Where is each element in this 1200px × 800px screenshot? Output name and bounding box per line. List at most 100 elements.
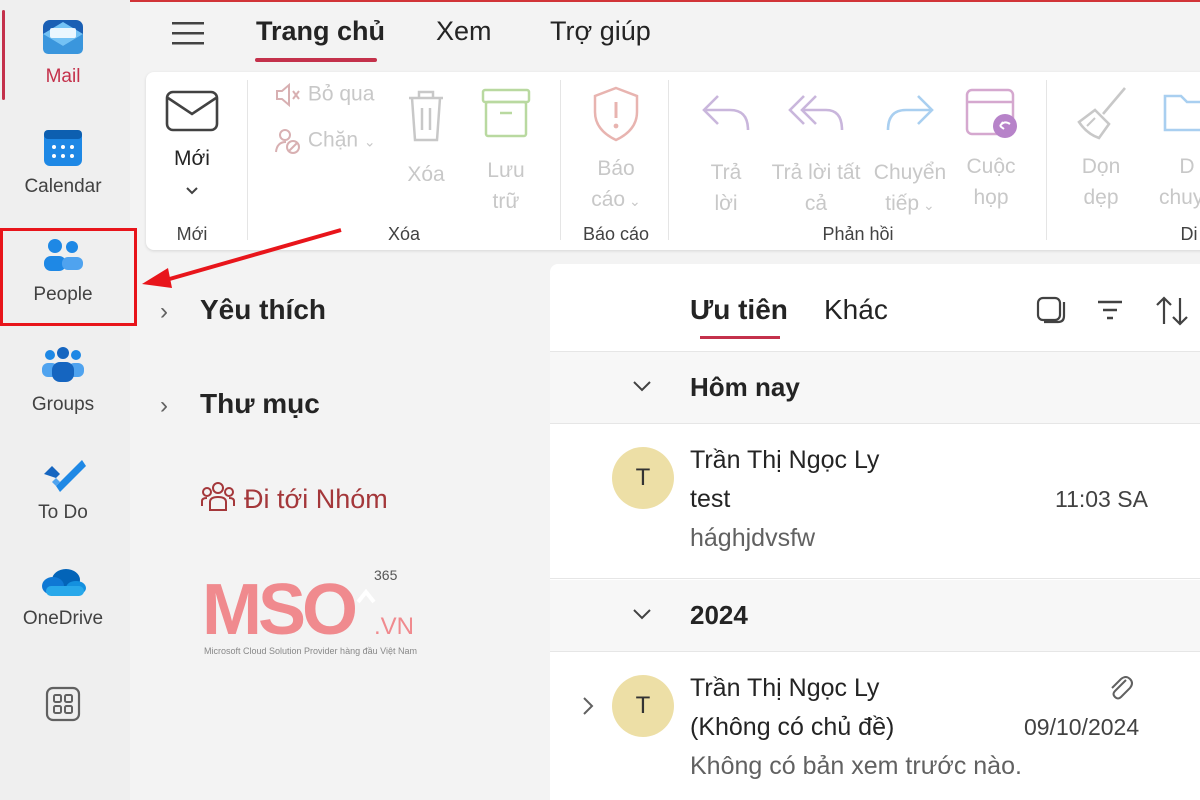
calendar-reply-icon <box>965 88 1017 138</box>
sweep-label-line1: Dọn <box>1081 155 1121 178</box>
folders-label: Thư mục <box>200 388 320 419</box>
rail-item-mail[interactable]: Mail <box>0 14 126 114</box>
chevron-down-icon <box>186 187 198 195</box>
archive-label-line1: Lưu <box>487 159 525 182</box>
section-2024-title: 2024 <box>690 600 748 630</box>
new-mail-button[interactable]: Mới <box>156 88 228 205</box>
block-user-icon <box>275 129 300 154</box>
mail-sender: Trần Thị Ngọc Ly <box>690 674 880 702</box>
meeting-label-line1: Cuộc <box>966 155 1016 178</box>
top-navigation: Trang chủ Xem Trợ giúp <box>130 0 1200 70</box>
ribbon-separator <box>668 80 669 240</box>
folders-node[interactable]: › Thư mục <box>160 388 320 420</box>
mail-preview: hághjdvsfw <box>690 524 816 552</box>
ribbon-separator <box>560 80 561 240</box>
ignore-button[interactable]: Bỏ qua <box>274 82 374 108</box>
new-mail-label: Mới <box>174 147 210 170</box>
chevron-right-icon[interactable] <box>580 694 596 718</box>
reply-all-label-line2: cả <box>804 192 828 215</box>
mail-app-icon <box>43 20 83 54</box>
svg-text:365: 365 <box>374 567 398 583</box>
report-label-line2: cáo ⌄ <box>591 188 641 211</box>
chevron-down-icon[interactable] <box>630 602 654 626</box>
section-today-header: Hôm nay <box>550 352 1200 424</box>
meeting-button[interactable]: Cuộc họp <box>958 84 1024 213</box>
tab-view[interactable]: Xem <box>436 16 492 47</box>
report-label-line1: Báo <box>597 157 635 180</box>
favorites-node[interactable]: › Yêu thích <box>160 294 326 326</box>
reply-button[interactable]: Trả lời <box>694 86 758 219</box>
rail-item-groups[interactable]: Groups <box>0 344 126 444</box>
reply-all-button[interactable]: Trả lời tất cả <box>764 86 868 219</box>
hamburger-menu-icon[interactable] <box>170 18 206 48</box>
rail-label-calendar: Calendar <box>24 176 102 197</box>
tab-home[interactable]: Trang chủ <box>256 16 385 47</box>
reply-label-line1: Trả <box>710 161 742 184</box>
reply-all-icon <box>788 95 844 131</box>
report-button[interactable]: Báo cáo ⌄ <box>576 84 656 217</box>
move-button[interactable]: D chuyể <box>1142 84 1200 213</box>
mail-sender: Trần Thị Ngọc Ly <box>690 446 880 474</box>
forward-label-line1: Chuyển <box>873 161 947 184</box>
tab-other[interactable]: Khác <box>824 294 888 326</box>
shield-alert-icon <box>593 86 639 142</box>
chevron-down-icon: ⌄ <box>363 133 376 150</box>
chevron-right-icon: › <box>160 392 168 419</box>
mail-item[interactable]: T Trần Thị Ngọc Ly (Không có chủ đề) 09/… <box>550 652 1200 800</box>
message-list: Ưu tiên Khác Hôm nay T Trần Thị Ngọc Ly … <box>550 264 1200 800</box>
mail-subject: test <box>690 485 731 513</box>
rail-item-todo[interactable]: To Do <box>0 452 126 552</box>
svg-text:Microsoft Cloud Solution Provi: Microsoft Cloud Solution Provider hàng đ… <box>204 646 417 656</box>
forward-icon <box>886 95 934 131</box>
block-label: Chặn <box>307 128 359 152</box>
rail-label-mail: Mail <box>45 66 81 87</box>
archive-button[interactable]: Lưu trữ <box>474 86 538 217</box>
group-label-respond: Phản hồi <box>822 224 894 244</box>
mso-logo-graphic: MSO .VN 365 Microsoft Cloud Solution Pro… <box>202 567 417 656</box>
calendar-app-icon <box>44 130 82 166</box>
rail-label-groups: Groups <box>31 394 95 415</box>
mail-subject: (Không có chủ đề) <box>690 713 895 741</box>
ignore-label: Bỏ qua <box>307 82 375 106</box>
folder-move-icon <box>1163 94 1200 132</box>
ribbon-separator <box>247 80 248 240</box>
go-to-groups-label: Đi tới Nhóm <box>244 484 388 514</box>
svg-text:MSO: MSO <box>202 570 355 650</box>
group-label-report: Báo cáo <box>582 224 650 244</box>
forward-button[interactable]: Chuyển tiếp ⌄ <box>868 86 952 221</box>
more-apps-button[interactable] <box>0 686 126 726</box>
rail-item-calendar[interactable]: Calendar <box>0 124 126 224</box>
avatar: T <box>612 675 674 737</box>
new-mail-icon <box>165 90 219 132</box>
onedrive-app-icon <box>42 569 86 596</box>
block-button[interactable]: Chặn ⌄ <box>274 128 376 154</box>
meeting-label-line2: họp <box>973 186 1009 209</box>
tab-focused[interactable]: Ưu tiên <box>690 294 788 326</box>
tab-help[interactable]: Trợ giúp <box>550 16 651 47</box>
select-mode-icon[interactable] <box>1034 294 1066 326</box>
section-today-title: Hôm nay <box>690 372 800 402</box>
chevron-down-icon[interactable] <box>630 374 654 398</box>
sweep-button[interactable]: Dọn dẹp <box>1066 84 1136 213</box>
archive-label-line2: trữ <box>492 190 520 213</box>
rail-item-onedrive[interactable]: OneDrive <box>0 562 126 662</box>
reply-icon <box>702 95 750 131</box>
focused-tab-underline <box>700 336 780 339</box>
groups-outline-icon <box>201 482 235 511</box>
trash-icon <box>409 90 443 142</box>
sort-icon[interactable] <box>1154 294 1190 328</box>
people-highlight-box <box>0 228 137 326</box>
broom-icon <box>1077 87 1126 140</box>
move-label-line1: D <box>1179 155 1195 178</box>
go-to-groups-link[interactable]: Đi tới Nhóm <box>200 480 388 515</box>
mail-item[interactable]: T Trần Thị Ngọc Ly test 11:03 SA hághjdv… <box>550 424 1200 579</box>
forward-label-line2: tiếp ⌄ <box>885 192 935 215</box>
mail-preview: Không có bản xem trước nào. <box>690 752 1022 780</box>
message-list-header: Ưu tiên Khác <box>550 264 1200 352</box>
filter-icon[interactable] <box>1094 294 1126 326</box>
todo-app-icon <box>44 460 86 492</box>
outlook-window: Mail Calendar People Groups To Do OneDri… <box>0 0 1200 800</box>
group-label-move: Di chu <box>1180 224 1200 244</box>
apps-grid-icon <box>45 686 81 722</box>
delete-button[interactable]: Xóa <box>394 86 458 190</box>
